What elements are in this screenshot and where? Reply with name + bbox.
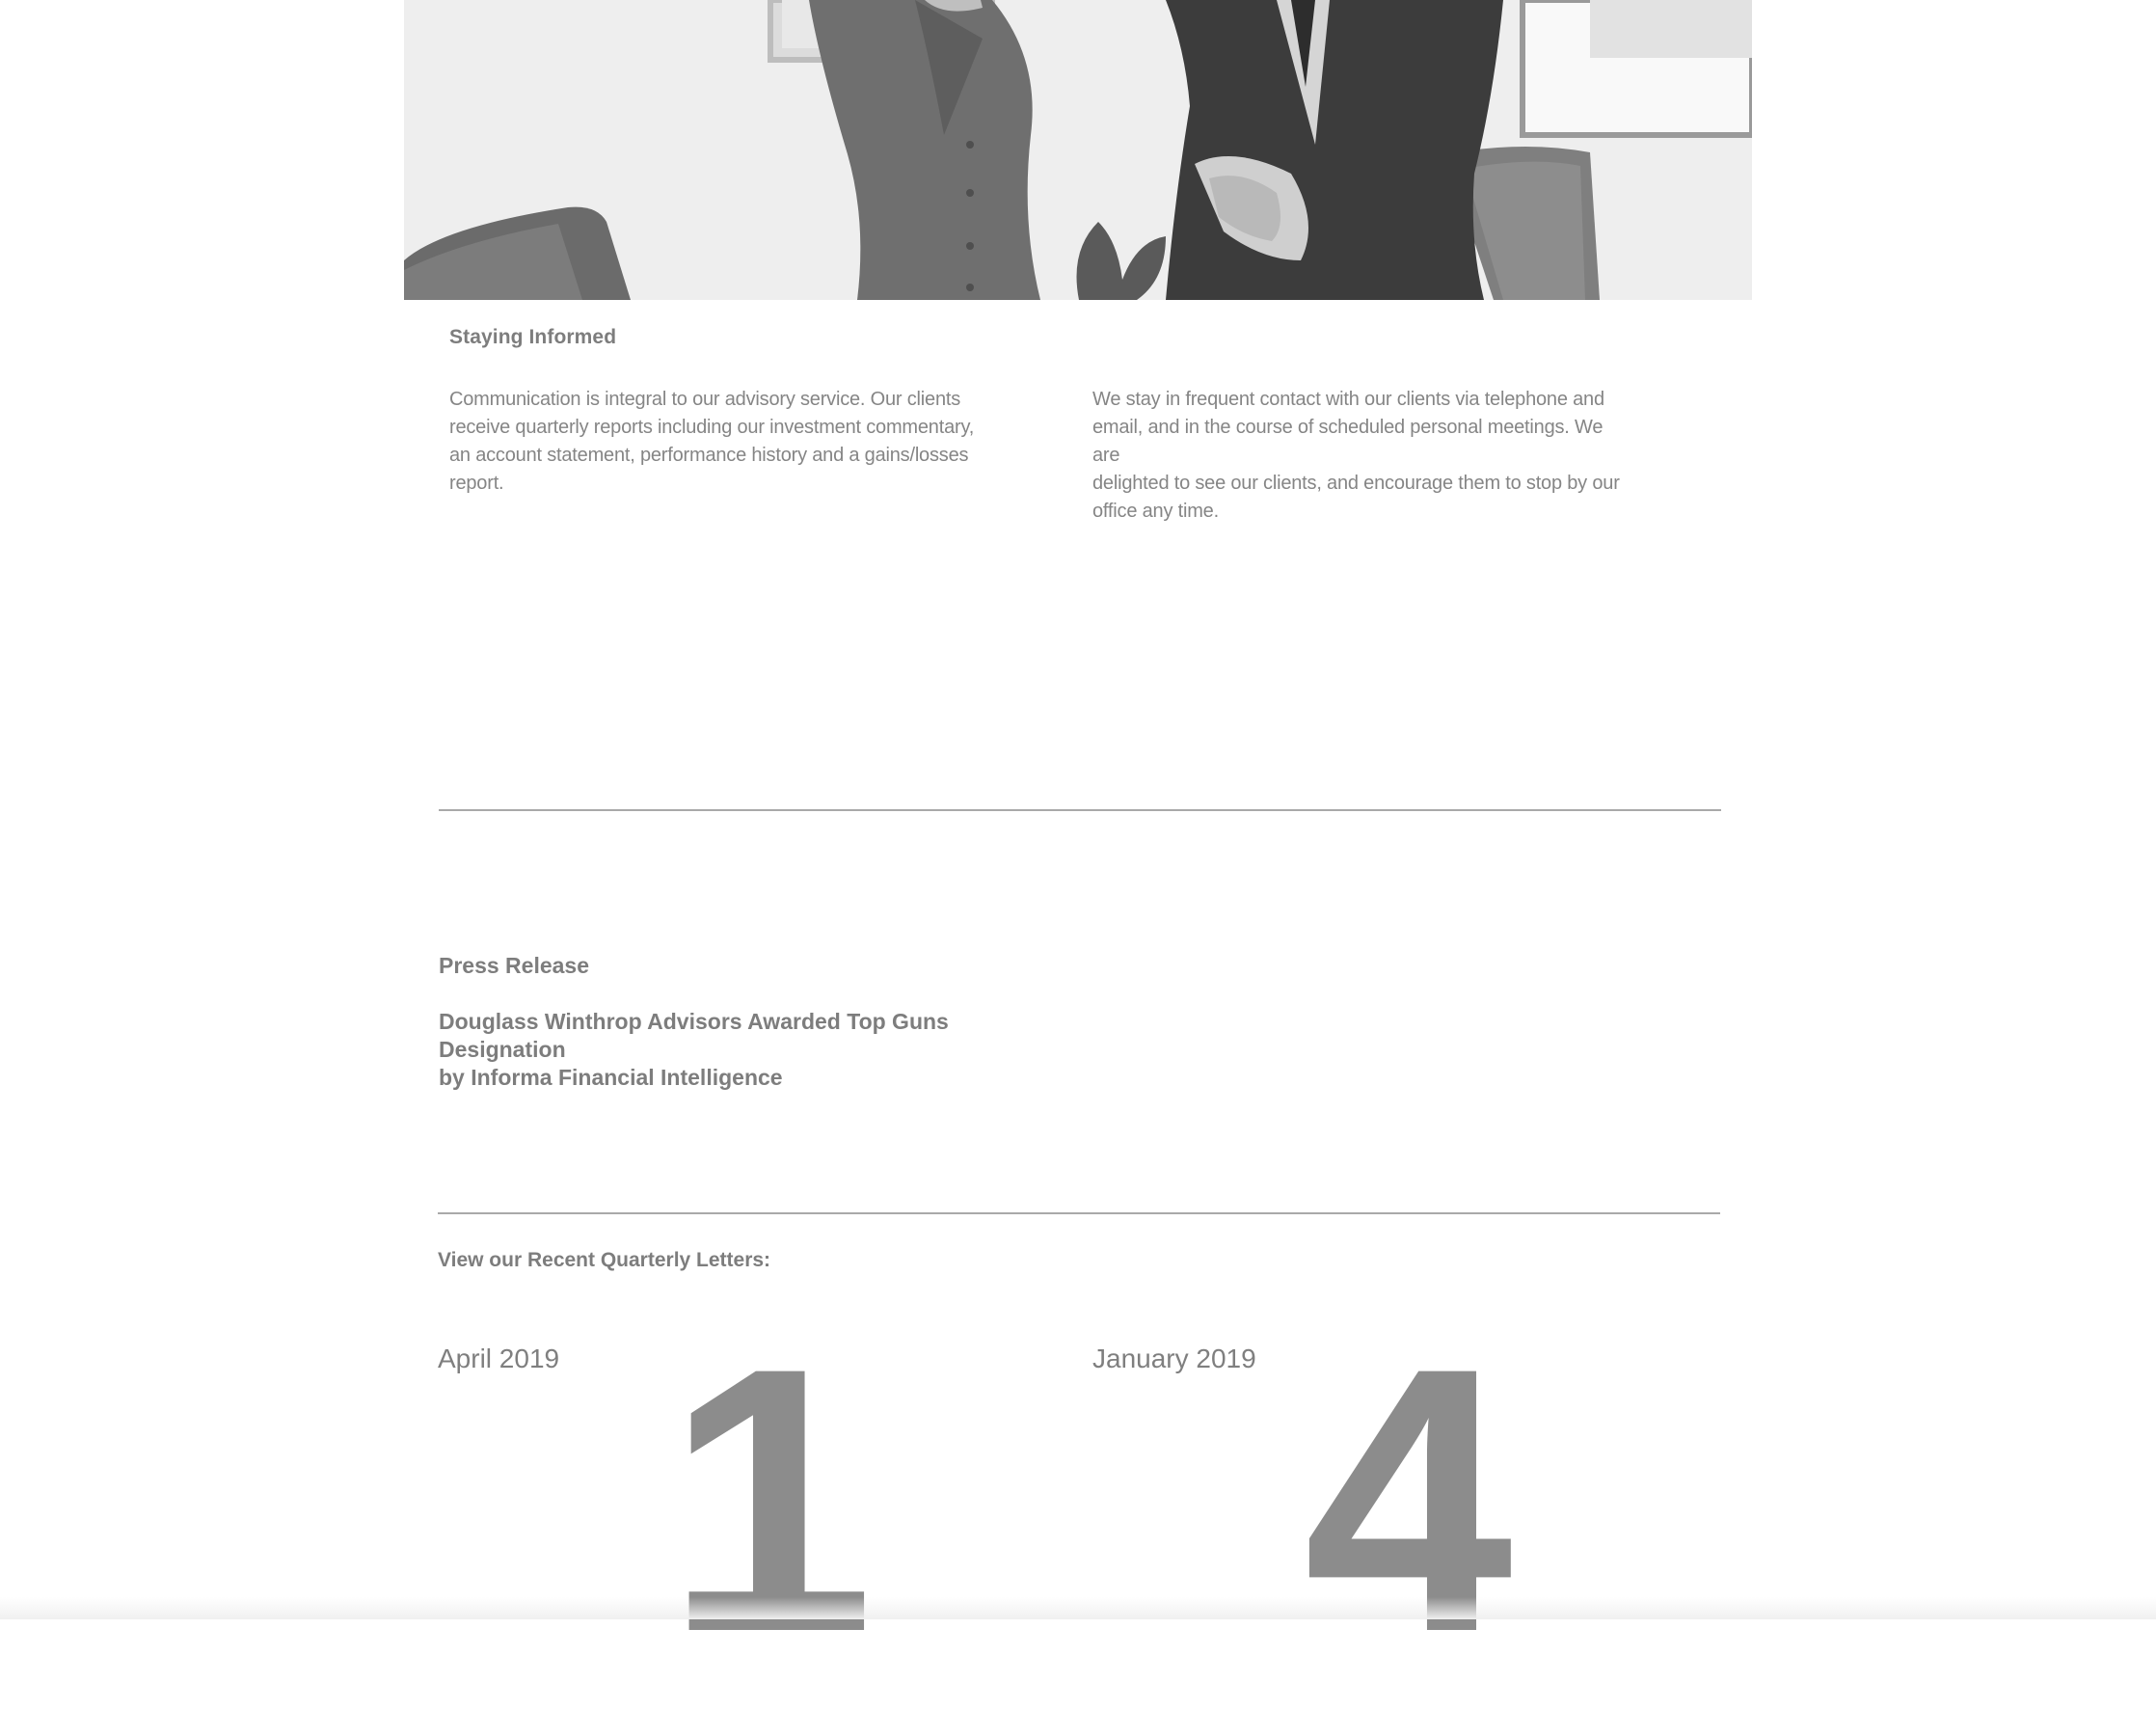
press-release-title-link[interactable]: Douglass Winthrop Advisors Awarded Top G… — [439, 1008, 1056, 1092]
quarterly-letters-heading: View our Recent Quarterly Letters: — [438, 1249, 771, 1271]
staying-informed-right-paragraph: We stay in frequent contact with our cli… — [1092, 386, 1632, 526]
section-divider — [439, 809, 1721, 811]
press-title-line: by Informa Financial Intelligence — [439, 1065, 783, 1090]
paragraph-line: office any time. — [1092, 501, 1219, 522]
paragraph-line: receive quarterly reports including our … — [449, 417, 975, 438]
letter-january-2019-link[interactable]: January 2019 — [1092, 1344, 1256, 1374]
press-release-label: Press Release — [439, 953, 590, 978]
paragraph-line: an account statement, performance histor… — [449, 445, 969, 466]
paragraph-line: delighted to see our clients, and encour… — [1092, 473, 1620, 494]
letter-january-2019-numeral[interactable]: 4 — [1304, 1312, 1513, 1688]
press-title-line: Douglass Winthrop Advisors Awarded Top G… — [439, 1009, 949, 1062]
paragraph-line: Communication is integral to our advisor… — [449, 389, 961, 410]
letter-april-2019-link[interactable]: April 2019 — [438, 1344, 559, 1374]
paragraph-line: email, and in the course of scheduled pe… — [1092, 417, 1604, 466]
page-bottom-shadow — [0, 1597, 2156, 1619]
staying-informed-heading: Staying Informed — [449, 326, 617, 348]
hero-photo — [404, 0, 1752, 300]
section-divider — [438, 1212, 1720, 1214]
staying-informed-left-paragraph: Communication is integral to our advisor… — [449, 386, 989, 498]
letter-april-2019-numeral[interactable]: 1 — [665, 1312, 875, 1688]
paragraph-line: We stay in frequent contact with our cli… — [1092, 389, 1604, 410]
paragraph-line: report. — [449, 473, 504, 494]
photo-icon — [404, 0, 1752, 300]
